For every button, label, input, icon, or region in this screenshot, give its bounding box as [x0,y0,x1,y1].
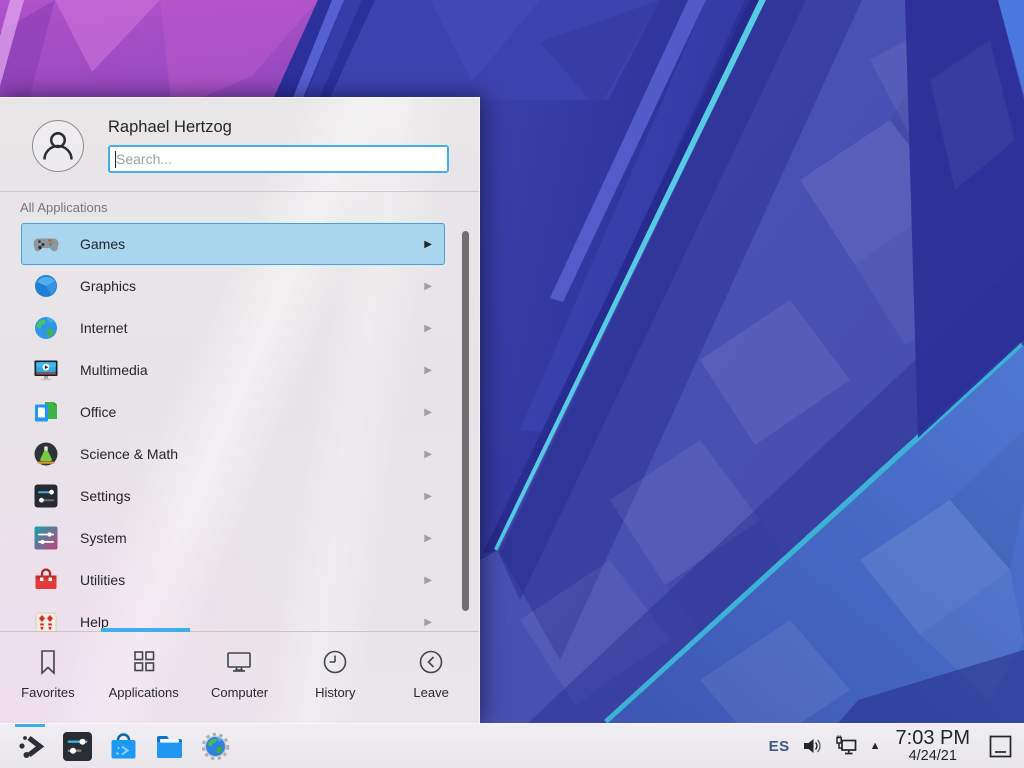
launcher-tab-bar: Favorites Applications Computer [0,631,479,724]
submenu-arrow-icon: ▶ [424,239,432,250]
leave-icon [416,647,446,677]
office-icon [33,399,59,425]
submenu-arrow-icon: ▶ [424,491,432,502]
computer-icon [224,647,254,677]
submenu-arrow-icon: ▶ [424,575,432,586]
category-games[interactable]: Games ▶ [21,223,445,265]
clock-icon [320,647,350,677]
submenu-arrow-icon: ▶ [424,323,432,334]
category-label: Science & Math [80,446,178,462]
bookmark-icon [33,647,63,677]
settings-icon [33,483,59,509]
show-desktop-icon [987,733,1014,760]
internet-icon [33,315,59,341]
discover-icon [107,730,140,763]
help-icon [33,609,59,631]
digital-clock[interactable]: 7:03 PM 4/24/21 [896,728,970,764]
tab-leave[interactable]: Leave [383,632,479,724]
clock-time: 7:03 PM [896,728,970,748]
tab-label: Leave [413,685,448,700]
tab-history[interactable]: History [287,632,383,724]
system-settings-icon [61,730,94,763]
file-manager-button[interactable] [146,724,192,768]
category-graphics[interactable]: Graphics ▶ [21,265,445,307]
tab-favorites[interactable]: Favorites [0,632,96,724]
category-label: Office [80,404,116,420]
category-system[interactable]: System ▶ [21,517,445,559]
submenu-arrow-icon: ▶ [424,407,432,418]
user-name: Raphael Hertzog [108,118,232,137]
submenu-arrow-icon: ▶ [424,449,432,460]
discover-button[interactable] [100,724,146,768]
system-icon [33,525,59,551]
browser-globe-icon [199,730,232,763]
tab-label: Applications [109,685,179,700]
grid-icon [129,647,159,677]
show-desktop-button[interactable] [987,733,1014,760]
taskbar-panel: ES ▲ 7:03 PM 4/24/21 [0,723,1024,768]
games-icon [33,231,59,257]
category-multimedia[interactable]: Multimedia ▶ [21,349,445,391]
multimedia-icon [33,357,59,383]
dolphin-folder-icon [153,730,186,763]
tab-label: Computer [211,685,268,700]
user-avatar[interactable] [32,120,84,172]
web-browser-button[interactable] [192,724,238,768]
submenu-arrow-icon: ▶ [424,533,432,544]
tab-computer[interactable]: Computer [192,632,288,724]
system-tray: ES ▲ 7:03 PM 4/24/21 [769,728,1016,764]
category-internet[interactable]: Internet ▶ [21,307,445,349]
tab-label: History [315,685,355,700]
category-list-viewport: Games ▶ Graphics ▶ [0,222,479,631]
section-label: All Applications [20,200,107,215]
volume-icon[interactable] [801,735,823,757]
desktop: Raphael Hertzog All Applications [0,0,1024,768]
submenu-arrow-icon: ▶ [424,365,432,376]
clock-date: 4/24/21 [909,748,957,764]
tab-label: Favorites [21,685,74,700]
category-label: Utilities [80,572,125,588]
submenu-arrow-icon: ▶ [424,281,432,292]
category-label: Internet [80,320,127,336]
tab-applications[interactable]: Applications [96,632,192,724]
category-help[interactable]: Help ▶ [21,601,445,631]
category-label: System [80,530,127,546]
user-person-icon [36,124,80,168]
network-icon[interactable] [834,734,859,759]
launcher-header: Raphael Hertzog [0,98,479,191]
active-app-indicator [15,724,45,727]
category-utilities[interactable]: Utilities ▶ [21,559,445,601]
category-label: Multimedia [80,362,148,378]
active-tab-indicator [101,628,190,632]
app-launcher-button[interactable] [8,724,54,768]
category-office[interactable]: Office ▶ [21,391,445,433]
kickoff-launcher-icon [15,730,48,763]
category-settings[interactable]: Settings ▶ [21,475,445,517]
search-box[interactable] [108,145,449,173]
category-list: Games ▶ Graphics ▶ [21,223,445,631]
application-launcher-menu: Raphael Hertzog All Applications [0,97,480,723]
category-label: Settings [80,488,131,504]
list-scrollbar[interactable] [462,231,469,611]
header-separator [0,191,479,192]
category-science-math[interactable]: Science & Math ▶ [21,433,445,475]
science-icon [33,441,59,467]
keyboard-layout-indicator[interactable]: ES [769,738,790,755]
submenu-arrow-icon: ▶ [424,617,432,628]
category-label: Games [80,236,125,252]
utilities-icon [33,567,59,593]
system-settings-button[interactable] [54,724,100,768]
graphics-icon [33,273,59,299]
search-input[interactable] [116,147,447,171]
expand-tray-caret-icon[interactable]: ▲ [870,740,881,752]
category-label: Graphics [80,278,136,294]
